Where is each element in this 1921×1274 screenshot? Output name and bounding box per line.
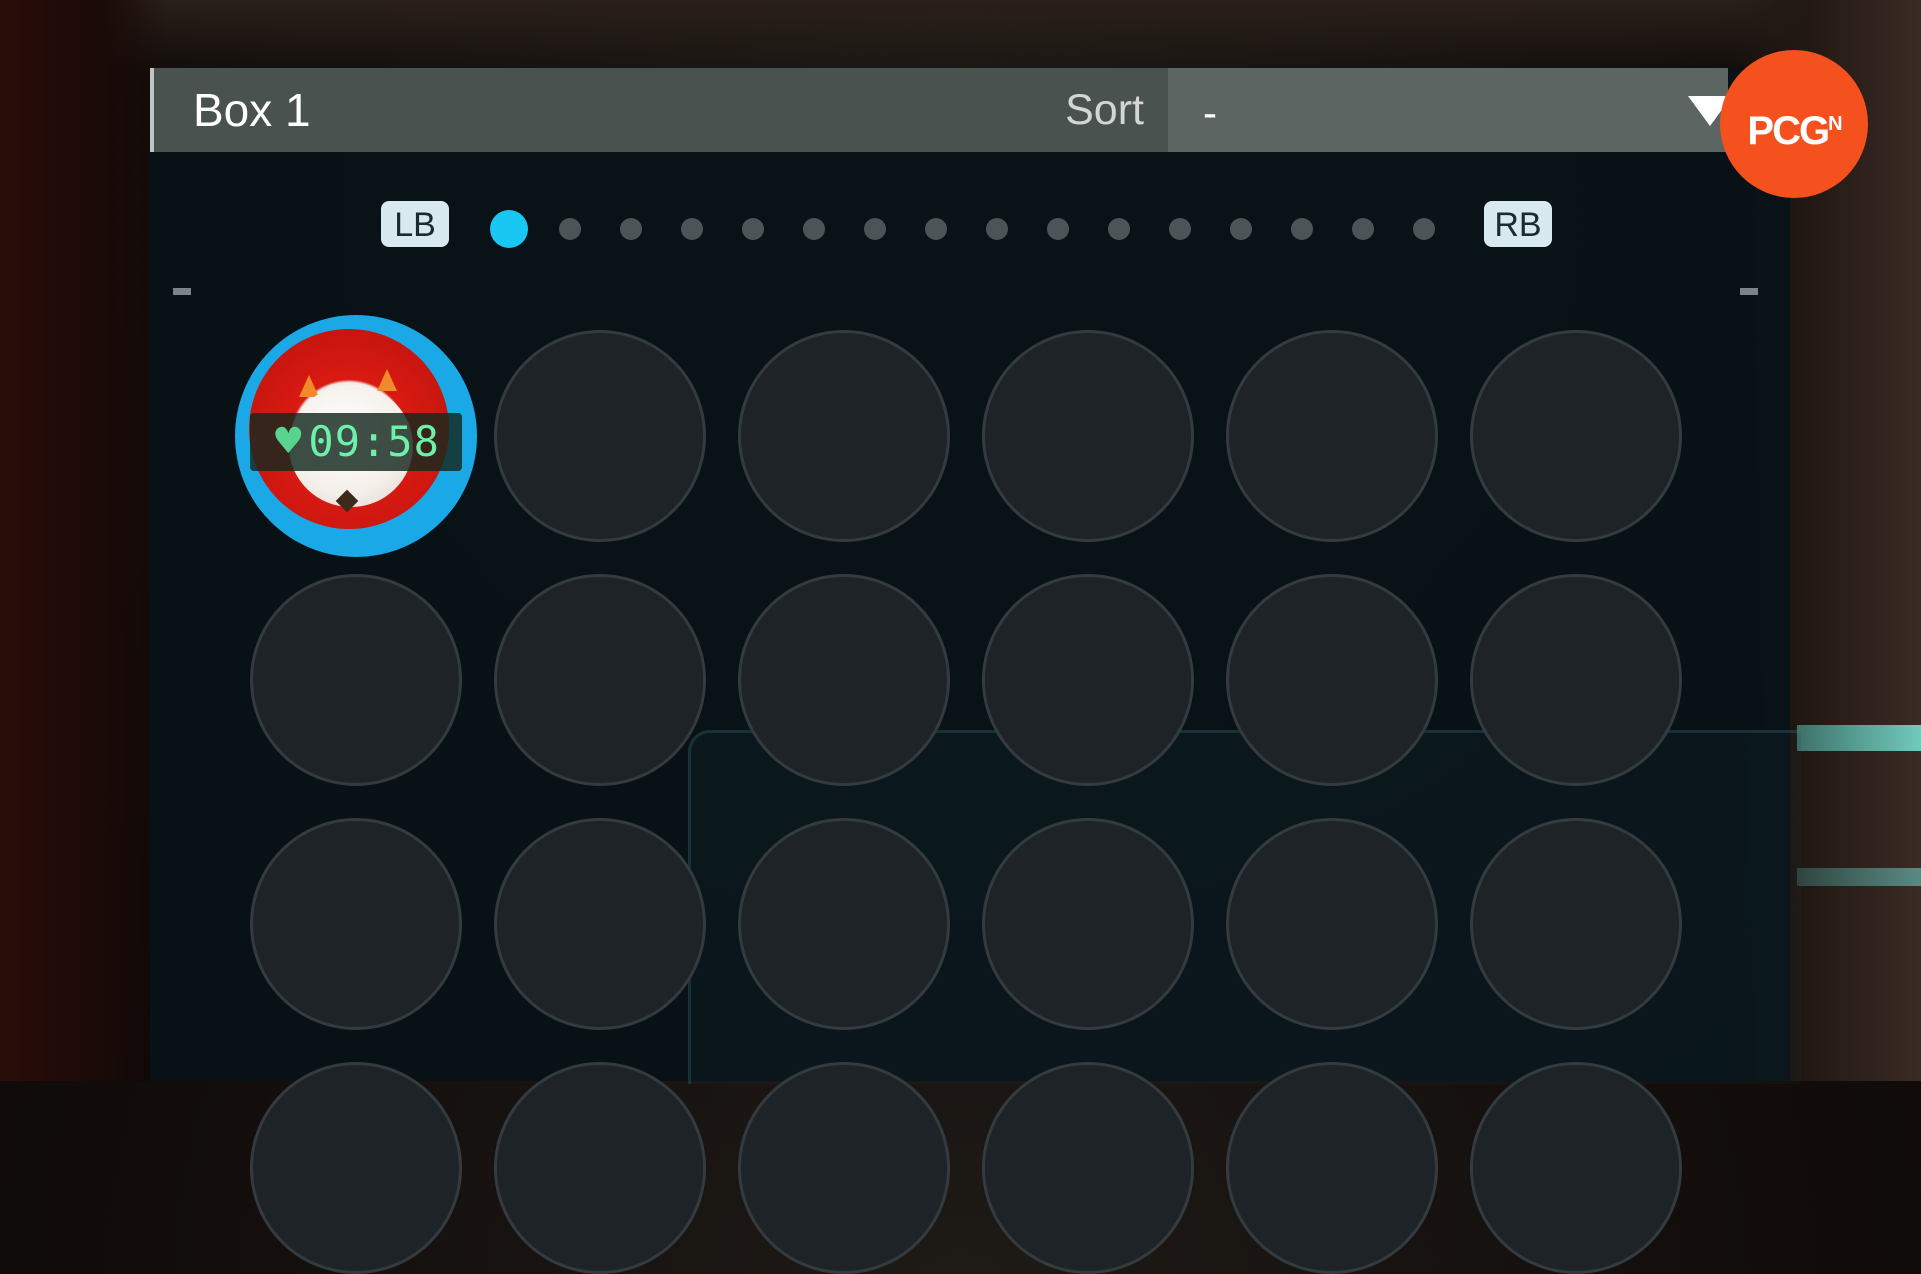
page-dot[interactable] <box>1108 218 1130 240</box>
page-dot[interactable] <box>1291 218 1313 240</box>
pal-slot-empty[interactable] <box>250 818 462 1030</box>
page-dot[interactable] <box>559 218 581 240</box>
header-edge <box>150 68 154 152</box>
pal-horn-left <box>299 375 319 397</box>
page-dot[interactable] <box>620 218 642 240</box>
pal-slot-empty[interactable] <box>982 574 1194 786</box>
pal-slot-empty[interactable] <box>250 1062 462 1274</box>
background-light-strip <box>1797 725 1921 751</box>
pcgn-logo: PCGN <box>1720 50 1868 198</box>
background-light-strip-lower <box>1797 868 1921 886</box>
background-left <box>0 0 170 1081</box>
page-dot[interactable] <box>490 210 528 248</box>
pal-slot-empty[interactable] <box>982 330 1194 542</box>
page-dot[interactable] <box>1047 218 1069 240</box>
pal-slot-empty[interactable] <box>1226 1062 1438 1274</box>
pal-slot-empty[interactable] <box>1470 1062 1682 1274</box>
pal-slot-empty[interactable] <box>1226 330 1438 542</box>
pal-slot-empty[interactable] <box>1470 574 1682 786</box>
page-dot[interactable] <box>925 218 947 240</box>
pal-slot-empty[interactable] <box>494 330 706 542</box>
pal-slot-empty[interactable] <box>1470 818 1682 1030</box>
sort-label: Sort <box>1065 86 1144 134</box>
pal-timer: ♥ 09:58 <box>250 413 462 471</box>
page-dot[interactable] <box>803 218 825 240</box>
page-dot[interactable] <box>681 218 703 240</box>
heart-icon: ♥ <box>272 421 305 462</box>
left-edge-marker <box>173 288 191 295</box>
page-dot[interactable] <box>1169 218 1191 240</box>
pal-slot-empty[interactable] <box>494 818 706 1030</box>
sort-dropdown[interactable]: - <box>1168 68 1732 152</box>
pal-slot-empty[interactable] <box>494 574 706 786</box>
pal-slot-empty[interactable] <box>1470 330 1682 542</box>
box-title[interactable]: Box 1 <box>193 68 311 152</box>
sort-value: - <box>1203 89 1217 136</box>
pal-slot-empty[interactable] <box>1226 818 1438 1030</box>
pal-slot-empty[interactable] <box>250 574 462 786</box>
pal-slot-empty[interactable] <box>982 818 1194 1030</box>
page-dot[interactable] <box>1352 218 1374 240</box>
page-dot[interactable] <box>864 218 886 240</box>
background-top <box>0 0 1921 70</box>
pal-slot-empty[interactable] <box>738 330 950 542</box>
next-page-button[interactable]: RB <box>1484 201 1552 247</box>
pal-slot-empty[interactable] <box>982 1062 1194 1274</box>
right-edge-marker <box>1740 288 1758 295</box>
pal-slot-empty[interactable] <box>494 1062 706 1274</box>
page-dot[interactable] <box>1230 218 1252 240</box>
pal-slot-empty[interactable] <box>738 818 950 1030</box>
pal-slot-empty[interactable] <box>738 574 950 786</box>
logo-text: PCG <box>1747 109 1830 153</box>
page-dot[interactable] <box>1413 218 1435 240</box>
logo-sup: N <box>1828 113 1843 135</box>
page-dot[interactable] <box>742 218 764 240</box>
pal-horn-right <box>377 369 397 391</box>
pal-slot-empty[interactable] <box>1226 574 1438 786</box>
prev-page-button[interactable]: LB <box>381 201 449 247</box>
page-dot[interactable] <box>986 218 1008 240</box>
pal-slot-empty[interactable] <box>738 1062 950 1274</box>
timer-text: 09:58 <box>308 417 440 466</box>
